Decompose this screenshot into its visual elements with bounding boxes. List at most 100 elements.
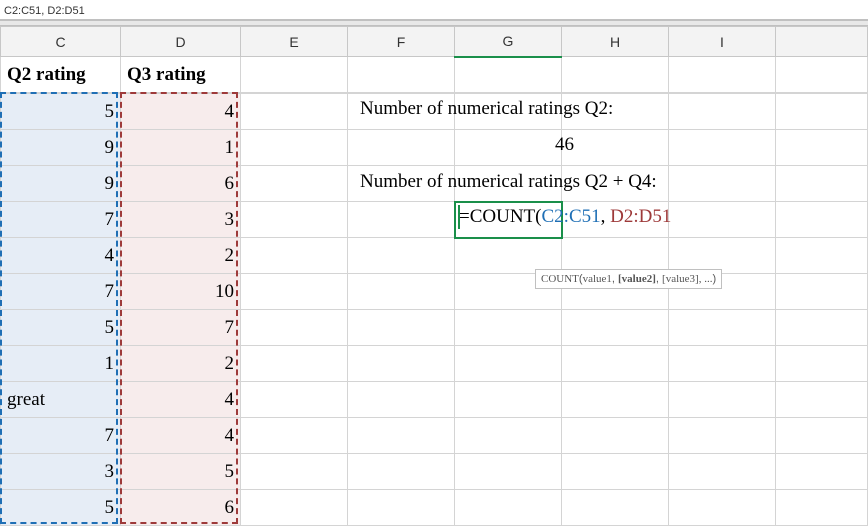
cell[interactable] <box>241 166 348 202</box>
cell[interactable] <box>669 418 776 454</box>
col-header-empty[interactable] <box>776 27 868 57</box>
cell[interactable] <box>669 57 776 93</box>
cell-C4[interactable]: 9 <box>1 166 121 202</box>
cell[interactable] <box>776 57 868 93</box>
cell-D9[interactable]: 2 <box>121 346 241 382</box>
col-header-H[interactable]: H <box>562 27 669 57</box>
cell[interactable] <box>241 310 348 346</box>
cell[interactable] <box>776 94 868 130</box>
cell[interactable] <box>348 202 455 238</box>
col-header-D[interactable]: D <box>121 27 241 57</box>
cell[interactable] <box>241 418 348 454</box>
cell[interactable] <box>562 310 669 346</box>
col-header-G[interactable]: G <box>455 27 562 57</box>
cell[interactable] <box>241 490 348 526</box>
cell[interactable] <box>776 418 868 454</box>
cell-D3[interactable]: 1 <box>121 130 241 166</box>
cell[interactable] <box>776 274 868 310</box>
cell[interactable] <box>241 202 348 238</box>
cell[interactable] <box>562 418 669 454</box>
cell-C1[interactable]: Q2 rating <box>1 57 121 93</box>
cell-D13[interactable]: 6 <box>121 490 241 526</box>
cell-G12[interactable] <box>455 454 562 490</box>
cell-C8[interactable]: 5 <box>1 310 121 346</box>
cell-D12[interactable]: 5 <box>121 454 241 490</box>
cell[interactable] <box>348 238 455 274</box>
cell[interactable] <box>562 454 669 490</box>
cell[interactable] <box>669 202 776 238</box>
cell-C5[interactable]: 7 <box>1 202 121 238</box>
cell[interactable] <box>776 130 868 166</box>
cell[interactable] <box>348 454 455 490</box>
cell[interactable] <box>241 382 348 418</box>
cell[interactable] <box>241 238 348 274</box>
cell-C10[interactable]: great <box>1 382 121 418</box>
cell[interactable] <box>562 130 669 166</box>
cell-D7[interactable]: 10 <box>121 274 241 310</box>
cell-C12[interactable]: 3 <box>1 454 121 490</box>
cell-C7[interactable]: 7 <box>1 274 121 310</box>
cell[interactable] <box>669 130 776 166</box>
spreadsheet-grid[interactable]: C D E F G H I Q2 rating Q3 rating 549196… <box>0 26 868 526</box>
cell[interactable] <box>776 310 868 346</box>
cell[interactable] <box>348 274 455 310</box>
cell[interactable] <box>669 346 776 382</box>
cell-C3[interactable]: 9 <box>1 130 121 166</box>
cell-D1[interactable]: Q3 rating <box>121 57 241 93</box>
col-header-E[interactable]: E <box>241 27 348 57</box>
formula-in-cell[interactable]: =COUNT(C2:C51, D2:D51 <box>459 206 671 228</box>
cell[interactable] <box>241 130 348 166</box>
cell[interactable] <box>348 310 455 346</box>
cell-C2[interactable]: 5 <box>1 94 121 130</box>
cell[interactable] <box>241 454 348 490</box>
cell[interactable] <box>241 274 348 310</box>
cell[interactable] <box>669 382 776 418</box>
cell[interactable] <box>348 57 455 93</box>
cell[interactable] <box>241 94 348 130</box>
cell-C6[interactable]: 4 <box>1 238 121 274</box>
cell-D5[interactable]: 3 <box>121 202 241 238</box>
cell[interactable] <box>562 382 669 418</box>
cell[interactable] <box>241 346 348 382</box>
col-header-I[interactable]: I <box>669 27 776 57</box>
cell[interactable] <box>669 310 776 346</box>
cell[interactable] <box>348 382 455 418</box>
cell[interactable] <box>669 454 776 490</box>
cell[interactable] <box>348 418 455 454</box>
cell-D11[interactable]: 4 <box>121 418 241 454</box>
cell[interactable] <box>776 202 868 238</box>
cell[interactable] <box>669 166 776 202</box>
cell-G11[interactable] <box>455 418 562 454</box>
cell[interactable] <box>241 57 348 93</box>
cell-D10[interactable]: 4 <box>121 382 241 418</box>
cell[interactable] <box>669 94 776 130</box>
cell-G10[interactable] <box>455 382 562 418</box>
cell-D2[interactable]: 4 <box>121 94 241 130</box>
cell[interactable] <box>776 490 868 526</box>
cell-G8[interactable] <box>455 310 562 346</box>
cell-D8[interactable]: 7 <box>121 310 241 346</box>
cell[interactable] <box>562 346 669 382</box>
cell-C11[interactable]: 7 <box>1 418 121 454</box>
cell[interactable] <box>455 57 562 93</box>
cell[interactable] <box>669 490 776 526</box>
col-header-C[interactable]: C <box>1 27 121 57</box>
cell[interactable] <box>776 166 868 202</box>
cell-C9[interactable]: 1 <box>1 346 121 382</box>
cell[interactable] <box>776 238 868 274</box>
cell-G13[interactable] <box>455 490 562 526</box>
cell[interactable] <box>562 490 669 526</box>
cell[interactable] <box>348 130 455 166</box>
col-header-F[interactable]: F <box>348 27 455 57</box>
cell[interactable] <box>562 57 669 93</box>
cell-C13[interactable]: 5 <box>1 490 121 526</box>
cell-D6[interactable]: 2 <box>121 238 241 274</box>
cell[interactable] <box>348 346 455 382</box>
cell[interactable] <box>776 346 868 382</box>
cell-D4[interactable]: 6 <box>121 166 241 202</box>
cell-G3[interactable] <box>455 130 562 166</box>
cell[interactable] <box>348 490 455 526</box>
cell-G9[interactable] <box>455 346 562 382</box>
cell[interactable] <box>776 454 868 490</box>
cell[interactable] <box>776 382 868 418</box>
